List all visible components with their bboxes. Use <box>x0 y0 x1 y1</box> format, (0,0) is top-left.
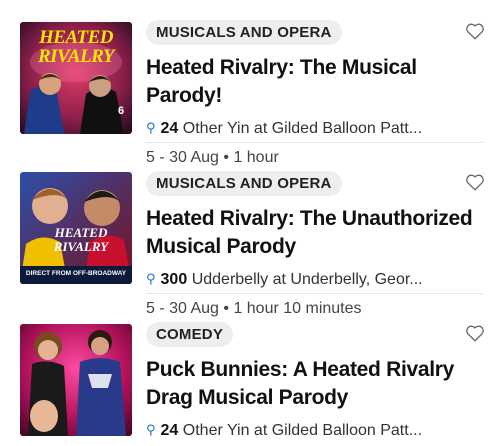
category-badge: MUSICALS AND OPERA <box>146 20 342 45</box>
map-pin-icon: ⚲ <box>146 120 156 135</box>
heart-outline-icon[interactable] <box>465 22 485 40</box>
divider <box>146 142 484 143</box>
thumbnail-title: HEATED RIVALRY <box>37 27 115 67</box>
performance-count: 300 <box>160 271 188 288</box>
event-venue-line[interactable]: ⚲ 300 Udderbelly at Underbelly, Geor... <box>146 267 471 291</box>
divider <box>146 293 484 294</box>
performance-count: 24 <box>160 120 179 137</box>
event-venue-line[interactable]: ⚲ 24 Other Yin at Gilded Balloon Patt... <box>146 418 471 442</box>
heart-outline-icon[interactable] <box>465 173 485 191</box>
event-dates: 5 - 30 Aug • 1 hour <box>146 149 279 166</box>
performance-count: 24 <box>160 422 179 439</box>
venue-name: Udderbelly at Underbelly, Geor... <box>191 271 423 288</box>
thumbnail-title: HEATED RIVALRY <box>53 225 109 254</box>
event-thumbnail[interactable] <box>20 324 132 436</box>
svg-text:6: 6 <box>118 105 124 117</box>
map-pin-icon: ⚲ <box>146 271 156 286</box>
heart-outline-icon[interactable] <box>465 324 485 342</box>
event-title[interactable]: Heated Rivalry: The Unauthorized Musical… <box>146 205 486 261</box>
event-title[interactable]: Heated Rivalry: The Musical Parody! <box>146 54 486 110</box>
event-title[interactable]: Puck Bunnies: A Heated Rivalry Drag Musi… <box>146 356 486 412</box>
event-dates: 5 - 30 Aug • 1 hour 10 minutes <box>146 300 362 317</box>
event-venue-line[interactable]: ⚲ 24 Other Yin at Gilded Balloon Patt... <box>146 116 471 140</box>
category-badge: COMEDY <box>146 322 234 347</box>
event-thumbnail[interactable]: HEATED RIVALRY DIRECT FROM OFF-BROADWAY <box>20 172 132 284</box>
thumbnail-caption: DIRECT FROM OFF-BROADWAY <box>25 270 127 277</box>
category-badge: MUSICALS AND OPERA <box>146 171 342 196</box>
event-thumbnail[interactable]: 6 HEATED RIVALRY <box>20 22 132 134</box>
map-pin-icon: ⚲ <box>146 422 156 437</box>
venue-name: Other Yin at Gilded Balloon Patt... <box>182 422 423 439</box>
venue-name: Other Yin at Gilded Balloon Patt... <box>182 120 423 137</box>
